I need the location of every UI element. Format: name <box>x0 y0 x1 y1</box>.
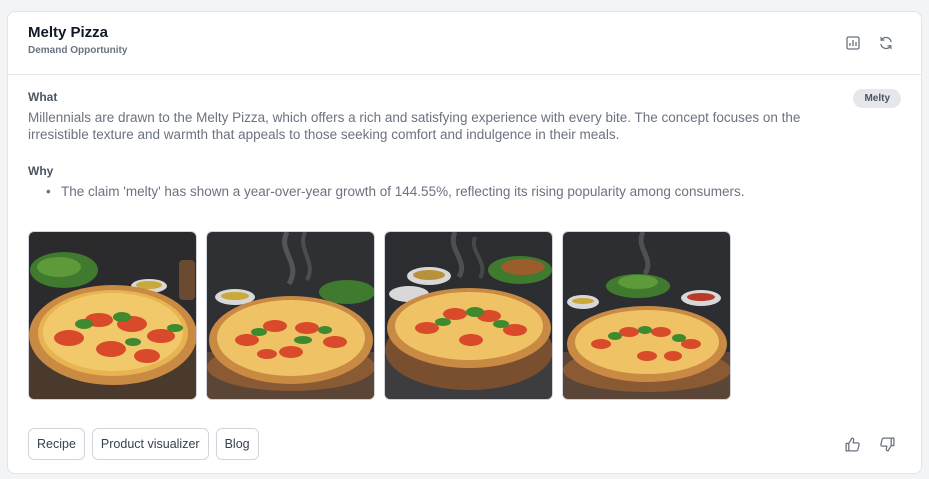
why-list-item: The claim 'melty' has shown a year-over-… <box>46 183 886 200</box>
card-subtitle: Demand Opportunity <box>28 45 128 56</box>
claim-badge: Melty <box>853 89 901 108</box>
card-title: Melty Pizza <box>28 24 109 41</box>
card-header: Melty Pizza Demand Opportunity <box>8 12 921 75</box>
thumbs-up-icon[interactable] <box>842 434 862 454</box>
pizza-image-1[interactable] <box>28 231 197 400</box>
chart-icon[interactable] <box>844 34 862 52</box>
opportunity-card: Melty Pizza Demand Opportunity What Melt… <box>7 11 922 474</box>
refresh-icon[interactable] <box>877 34 895 52</box>
thumbs-down-icon[interactable] <box>877 434 897 454</box>
pizza-image-2[interactable] <box>206 231 375 400</box>
image-gallery <box>28 231 731 400</box>
why-list: The claim 'melty' has shown a year-over-… <box>46 183 886 200</box>
what-label: What <box>28 90 58 104</box>
recipe-button[interactable]: Recipe <box>28 428 85 460</box>
why-label: Why <box>28 164 54 178</box>
product-visualizer-button[interactable]: Product visualizer <box>91 428 209 460</box>
pizza-image-3[interactable] <box>384 231 553 400</box>
pizza-image-4[interactable] <box>562 231 731 400</box>
action-buttons: Recipe Product visualizer Blog <box>28 428 259 460</box>
blog-button[interactable]: Blog <box>215 428 259 460</box>
what-description: Millennials are drawn to the Melty Pizza… <box>28 110 801 142</box>
